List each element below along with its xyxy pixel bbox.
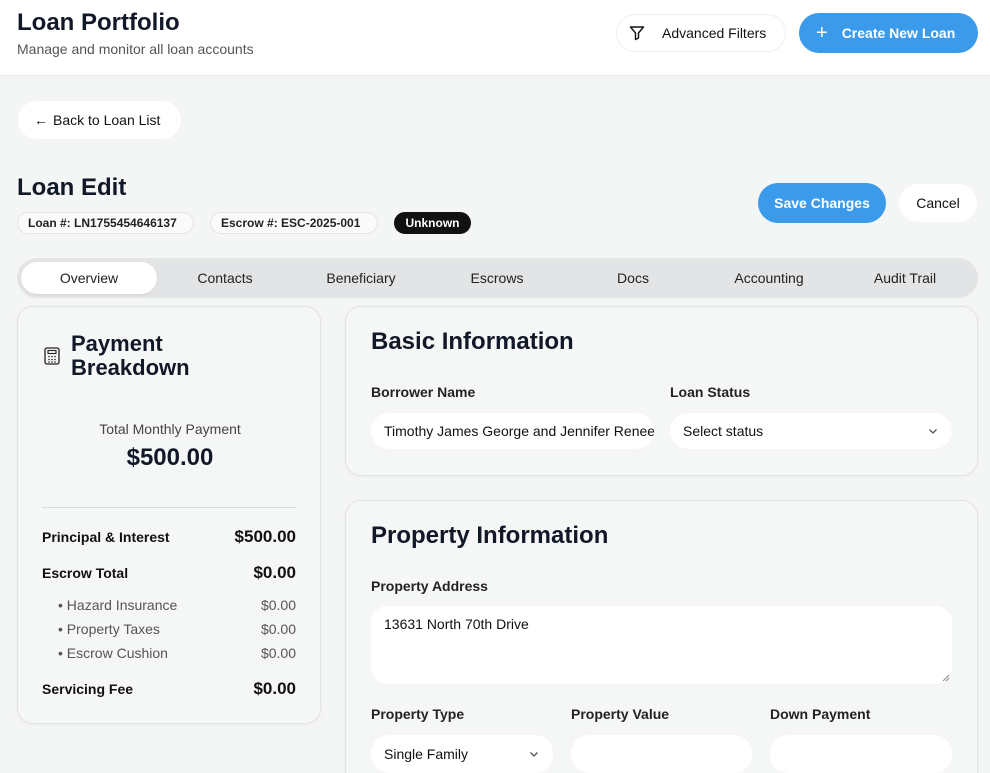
down-payment-label: Down Payment [770,706,871,722]
principal-interest-row: Principal & Interest $500.00 [42,527,296,547]
row-value: $0.00 [253,563,296,582]
escrow-cushion-row: • Escrow Cushion $0.00 [58,645,296,661]
row-label: • Hazard Insurance [58,597,178,613]
tab-accounting[interactable]: Accounting [701,262,837,294]
loan-number-badge: Loan #: LN1755454646137 [17,212,194,234]
borrower-name-input[interactable]: Timothy James George and Jennifer Renee … [371,413,654,449]
save-changes-button[interactable]: Save Changes [758,183,886,223]
tab-docs[interactable]: Docs [565,262,701,294]
row-label: Escrow Total [42,565,129,581]
tab-escrows[interactable]: Escrows [429,262,565,294]
total-monthly-payment-value: $500.00 [126,444,214,471]
property-address-input[interactable]: 13631 North 70th Drive [371,606,952,684]
divider [42,507,296,508]
tab-audit-trail[interactable]: Audit Trail [837,262,973,294]
property-type-value: Single Family [384,746,469,762]
tab-contacts[interactable]: Contacts [157,262,293,294]
create-new-loan-button[interactable]: + Create New Loan [799,13,978,53]
property-address-label: Property Address [371,578,488,594]
row-value: $500.00 [234,527,296,546]
hazard-insurance-row: • Hazard Insurance $0.00 [58,597,296,613]
arrow-left-icon: ← [34,112,48,128]
property-value-input[interactable] [571,735,752,773]
filter-icon [629,26,645,41]
loan-status-value: Select status [683,423,764,439]
cancel-button[interactable]: Cancel [899,184,977,222]
chevron-down-icon [530,752,538,757]
basic-information-title: Basic Information [371,328,574,355]
page-title: Loan Edit [17,174,127,201]
resize-handle-icon[interactable] [942,674,950,682]
total-monthly-payment-label: Total Monthly Payment [99,421,241,437]
plus-icon: + [816,22,828,44]
escrow-total-row: Escrow Total $0.00 [42,563,296,583]
row-value: $0.00 [253,679,296,698]
loan-status-select[interactable]: Select status [670,413,952,449]
row-label: Servicing Fee [42,681,134,697]
tab-bar: Overview Contacts Beneficiary Escrows Do… [17,258,978,298]
back-label: Back to Loan List [53,112,161,128]
property-value-label: Property Value [571,706,670,722]
top-bar: Loan Portfolio Manage and monitor all lo… [0,0,990,76]
back-to-loan-list-button[interactable]: ← Back to Loan List [18,101,181,139]
payment-breakdown-title: Payment Breakdown [71,331,190,380]
calculator-icon [44,347,60,365]
app-title: Loan Portfolio [17,9,180,36]
create-new-loan-label: Create New Loan [841,25,956,41]
row-value: $0.00 [260,645,296,661]
escrow-number-badge: Escrow #: ESC-2025-001 [210,212,378,234]
tab-beneficiary[interactable]: Beneficiary [293,262,429,294]
payment-breakdown-card: Payment Breakdown Total Monthly Payment … [17,306,321,724]
row-label: Principal & Interest [42,529,170,545]
property-information-title: Property Information [371,522,609,549]
property-taxes-row: • Property Taxes $0.00 [58,621,296,637]
advanced-filters-button[interactable]: Advanced Filters [616,14,786,52]
property-information-card: Property Information Property Address 13… [345,500,978,773]
property-type-select[interactable]: Single Family [371,735,553,773]
borrower-name-label: Borrower Name [371,384,476,400]
row-label: • Property Taxes [58,621,160,637]
servicing-fee-row: Servicing Fee $0.00 [42,679,296,699]
property-type-label: Property Type [371,706,465,722]
basic-information-card: Basic Information Borrower Name Timothy … [345,306,978,476]
advanced-filters-label: Advanced Filters [662,25,767,41]
app-subtitle: Manage and monitor all loan accounts [17,41,254,57]
down-payment-input[interactable] [770,735,952,773]
status-badge: Unknown [394,212,471,234]
property-address-value: 13631 North 70th Drive [384,616,529,632]
row-value: $0.00 [260,621,296,637]
row-value: $0.00 [260,597,296,613]
tab-overview[interactable]: Overview [21,262,157,294]
loan-status-label: Loan Status [670,384,751,400]
chevron-down-icon [929,429,937,434]
row-label: • Escrow Cushion [58,645,168,661]
